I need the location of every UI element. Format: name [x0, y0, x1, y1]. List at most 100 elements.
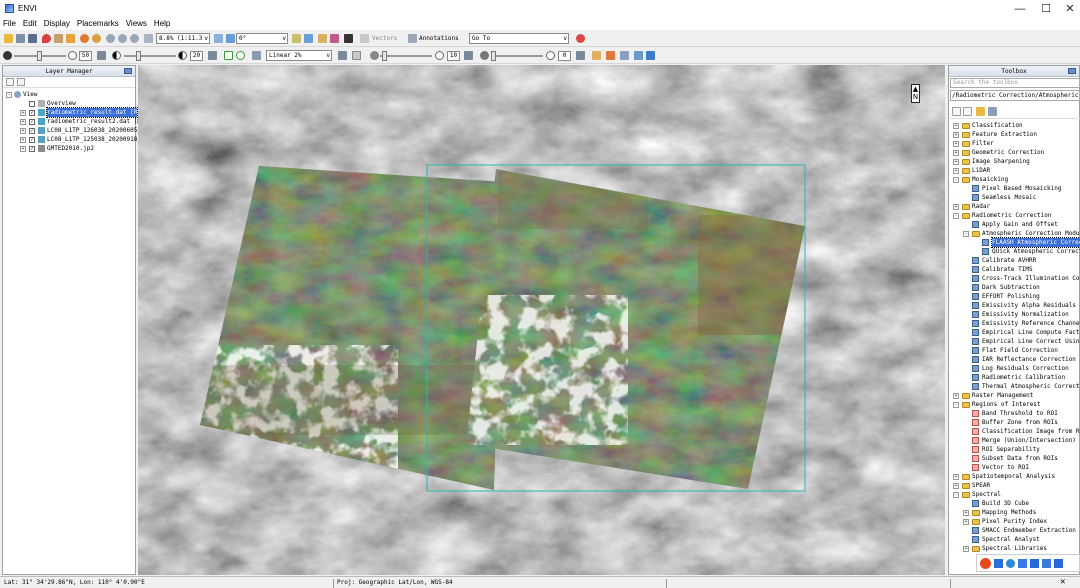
toolbox-tool[interactable]: Classification Image from R	[982, 427, 1080, 436]
ime-keyboard-icon[interactable]	[1030, 558, 1039, 568]
toolbox-tool[interactable]: Emissivity Alpha Residuals	[982, 301, 1076, 310]
close-icon[interactable]: ✕	[1060, 577, 1065, 587]
toolbox-tool[interactable]: Log Residuals Correction	[982, 364, 1069, 373]
layer-item[interactable]: LC08_L1TP_126038_20200605_	[47, 126, 141, 135]
menu-views[interactable]: Views	[126, 19, 147, 28]
toolbox-tool[interactable]: SMACC Endmember Extraction	[982, 526, 1076, 535]
vectors-menu[interactable]: Vectors	[372, 34, 397, 43]
toolbox-folder[interactable]: Atmospheric Correction Modul	[982, 229, 1080, 238]
layer-item[interactable]: radiometric_result.dat [R	[45, 107, 139, 118]
export-icon[interactable]	[606, 51, 615, 60]
layer-expand-toggle[interactable]: +	[20, 128, 26, 134]
toolbox-folder[interactable]: Mapping Methods	[982, 508, 1036, 517]
pin-icon[interactable]	[124, 68, 132, 74]
layer-expand-toggle[interactable]: +	[20, 146, 26, 152]
north-up-icon[interactable]	[292, 34, 301, 43]
layer-visibility-checkbox[interactable]: ✓	[29, 128, 35, 134]
fixed-zoom-icon[interactable]	[144, 34, 153, 43]
layer-visibility-checkbox[interactable]: ✓	[29, 137, 35, 143]
toolbox-tool[interactable]: Flat Field Correction	[982, 346, 1058, 355]
layer-visibility-checkbox[interactable]: ✓	[29, 110, 35, 116]
google-earth-icon[interactable]	[646, 51, 655, 60]
toolbox-folder[interactable]: SPEAR	[972, 481, 990, 490]
ime-language-icon[interactable]	[994, 558, 1003, 568]
toolbox-settings-icon[interactable]	[988, 107, 997, 116]
toolbox-tool[interactable]: Empirical Line Correct Using	[982, 337, 1080, 346]
menu-file[interactable]: File	[3, 19, 16, 28]
toolbox-tool[interactable]: Empirical Line Compute Facto	[982, 328, 1080, 337]
toolbox-expand-toggle[interactable]: +	[953, 132, 959, 138]
zoom-in-icon[interactable]	[118, 34, 127, 43]
toolbox-search-input[interactable]: Search the toolbox	[950, 78, 1080, 88]
toolbox-tool[interactable]: Pixel Based Mosaicking	[982, 184, 1061, 193]
goto-pin-icon[interactable]	[576, 34, 585, 43]
display-icon[interactable]	[344, 34, 353, 43]
toolbox-expand-toggle[interactable]: -	[953, 402, 959, 408]
ime-voice-icon[interactable]	[1018, 558, 1027, 568]
sharpen-slider[interactable]	[382, 51, 387, 61]
layer-item[interactable]: LC08_L1TP_125038_20200918_	[47, 135, 141, 144]
refresh-icon[interactable]	[338, 51, 347, 60]
collapse-view-toggle[interactable]: -	[6, 92, 12, 98]
crosshair-icon[interactable]	[318, 34, 327, 43]
layer-visibility-checkbox[interactable]: ✓	[29, 146, 35, 152]
stretch-combo[interactable]: Linear 2% v	[266, 50, 332, 61]
chip-icon[interactable]	[592, 51, 601, 60]
toolbox-folder[interactable]: Feature Extraction	[972, 130, 1037, 139]
toolbox-tool[interactable]: Band Threshold to ROI	[982, 409, 1058, 418]
toolbox-tool[interactable]: IAR Reflectance Correction	[982, 355, 1076, 364]
brightness-slider[interactable]	[37, 51, 42, 61]
close-button[interactable]: ✕	[1056, 0, 1080, 17]
layer-item[interactable]: radiometric_result2.dat [R	[47, 117, 141, 126]
rotate-icon[interactable]	[92, 34, 101, 43]
ime-toolbar[interactable]	[976, 554, 1080, 572]
toolbox-expand-toggle[interactable]: -	[953, 177, 959, 183]
ime-punctuation-icon[interactable]	[1006, 558, 1015, 568]
stretch-icon[interactable]	[224, 51, 233, 60]
annotations-menu[interactable]: Annotations	[419, 34, 459, 43]
contrast-slider[interactable]	[136, 51, 141, 61]
toolbox-tool[interactable]: Seamless Mosaic	[982, 193, 1036, 202]
collapse-all-icon[interactable]	[952, 107, 961, 116]
refresh-icon[interactable]	[97, 51, 106, 60]
toolbox-tool[interactable]: Calibrate TIMS	[982, 265, 1033, 274]
toolbox-tool[interactable]: Emissivity Normalization	[982, 310, 1069, 319]
toolbox-tool[interactable]: ROI Separability	[982, 445, 1040, 454]
profile-icon[interactable]	[330, 34, 339, 43]
rotate-left-icon[interactable]	[214, 34, 223, 43]
toolbox-folder[interactable]: Radiometric Correction	[972, 211, 1051, 220]
toolbox-tool[interactable]: Cross-Track Illumination Cor	[982, 274, 1080, 283]
expand-all-icon[interactable]	[17, 78, 25, 86]
contrast-value[interactable]: 20	[190, 51, 203, 61]
toolbox-tool[interactable]: Spectral Analyst	[982, 535, 1040, 544]
toolbox-expand-toggle[interactable]: +	[953, 474, 959, 480]
zoom-icon[interactable]	[106, 34, 115, 43]
toolbox-folder[interactable]: Pixel Purity Index	[982, 517, 1047, 526]
sharpen-value[interactable]: 10	[447, 51, 460, 61]
toolbox-expand-toggle[interactable]: +	[953, 123, 959, 129]
ime-skin-icon[interactable]	[1042, 558, 1051, 568]
annotation-icon[interactable]	[408, 34, 417, 43]
collapse-all-icon[interactable]	[6, 78, 14, 86]
zoom-combo[interactable]: 8.8% (1:11.3 v	[156, 33, 210, 44]
zoom-out-icon[interactable]	[130, 34, 139, 43]
toolbox-folder[interactable]: Geometric Correction	[972, 148, 1044, 157]
layer-visibility-checkbox[interactable]: ✓	[29, 119, 35, 125]
toolbox-expand-toggle[interactable]: -	[963, 231, 969, 237]
toolbox-folder[interactable]: Radar	[972, 202, 990, 211]
layer-icon[interactable]	[28, 34, 37, 43]
placemark-icon[interactable]	[42, 34, 51, 43]
stretch-reset-icon[interactable]	[352, 51, 361, 60]
minimize-button[interactable]: —	[1006, 0, 1034, 17]
toolbox-folder[interactable]: Spectral Libraries	[982, 544, 1047, 553]
vectors-icon[interactable]	[360, 34, 369, 43]
open-file-icon[interactable]	[4, 34, 13, 43]
toolbox-expand-toggle[interactable]: +	[953, 141, 959, 147]
refresh-icon[interactable]	[464, 51, 473, 60]
toolbox-tool[interactable]: Merge (Union/Intersection)	[982, 436, 1076, 445]
toolbox-expand-toggle[interactable]: +	[963, 519, 969, 525]
toolbox-folder[interactable]: Spatiotemporal Analysis	[972, 472, 1055, 481]
fly-icon[interactable]	[80, 34, 89, 43]
toolbox-expand-toggle[interactable]: +	[953, 393, 959, 399]
select-arrow-icon[interactable]	[54, 34, 63, 43]
